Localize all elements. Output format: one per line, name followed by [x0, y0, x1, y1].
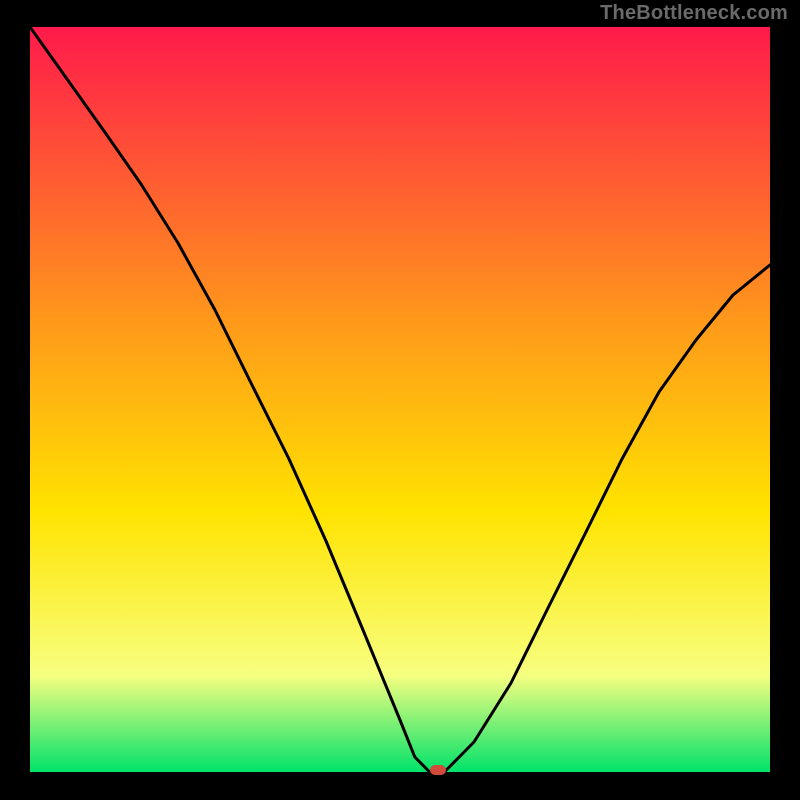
- plot-area: [30, 27, 770, 772]
- marker-dot: [430, 765, 446, 775]
- bottleneck-chart: [0, 0, 800, 800]
- chart-container: { "watermark": "TheBottleneck.com", "col…: [0, 0, 800, 800]
- watermark-text: TheBottleneck.com: [600, 2, 788, 25]
